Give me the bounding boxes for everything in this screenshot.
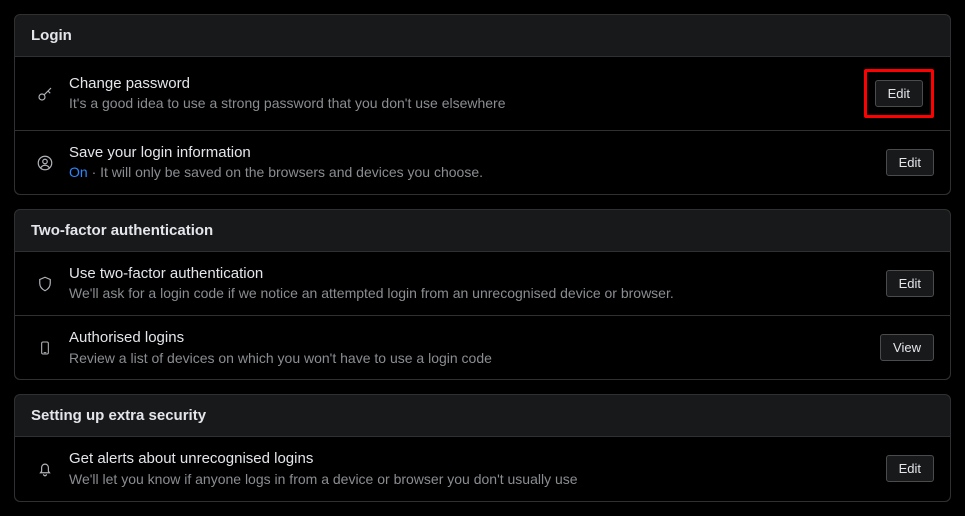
- row-title: Save your login information: [69, 143, 874, 163]
- row-subtext: It's a good idea to use a strong passwor…: [69, 95, 506, 111]
- settings-row[interactable]: Change passwordIt's a good idea to use a…: [15, 56, 950, 130]
- settings-row[interactable]: Save your login informationOn · It will …: [15, 130, 950, 194]
- settings-row[interactable]: Get alerts about unrecognised logins We'l…: [15, 436, 950, 500]
- row-title: Get alerts about unrecognised logins: [69, 449, 874, 469]
- row-title: Authorised logins: [69, 328, 868, 348]
- row-action-wrap: Edit: [886, 455, 934, 482]
- row-subtext: It will only be saved on the browsers an…: [100, 164, 483, 180]
- user-icon: [36, 154, 54, 172]
- row-separator: ·: [88, 164, 100, 180]
- edit-button[interactable]: Edit: [886, 455, 934, 482]
- row-action-wrap: Edit: [886, 270, 934, 297]
- bell-icon-wrap: [31, 460, 59, 478]
- row-action-wrap: Edit: [886, 149, 934, 176]
- row-subtitle: Review a list of devices on which you wo…: [69, 349, 868, 368]
- user-icon-wrap: [31, 154, 59, 172]
- settings-row[interactable]: Authorised logins Review a list of device…: [15, 315, 950, 379]
- row-body: Authorised logins Review a list of device…: [69, 328, 868, 367]
- phone-icon-wrap: [31, 338, 59, 358]
- row-action-wrap: View: [880, 334, 934, 361]
- settings-section: Login Change passwordIt's a good idea to …: [14, 14, 951, 195]
- key-icon-wrap: [31, 85, 59, 103]
- shield-icon-wrap: [31, 275, 59, 293]
- row-title: Change password: [69, 74, 852, 94]
- view-button[interactable]: View: [880, 334, 934, 361]
- row-subtext: We'll ask for a login code if we notice …: [69, 285, 674, 301]
- row-subtitle: We'll let you know if anyone logs in fro…: [69, 470, 874, 489]
- row-subtitle: It's a good idea to use a strong passwor…: [69, 94, 852, 113]
- row-title: Use two-factor authentication: [69, 264, 874, 284]
- key-icon: [36, 85, 54, 103]
- row-action-wrap: Edit: [864, 69, 934, 118]
- section-header: Setting up extra security: [15, 395, 950, 436]
- row-subtitle: We'll ask for a login code if we notice …: [69, 284, 874, 303]
- edit-button[interactable]: Edit: [886, 270, 934, 297]
- settings-section: Two-factor authentication Use two-factor …: [14, 209, 951, 380]
- section-header: Two-factor authentication: [15, 210, 950, 251]
- shield-icon: [36, 275, 54, 293]
- row-body: Get alerts about unrecognised logins We'l…: [69, 449, 874, 488]
- edit-button[interactable]: Edit: [875, 80, 923, 107]
- row-body: Save your login informationOn · It will …: [69, 143, 874, 182]
- bell-icon: [36, 460, 54, 478]
- section-header: Login: [15, 15, 950, 56]
- edit-button[interactable]: Edit: [886, 149, 934, 176]
- row-subtext: Review a list of devices on which you wo…: [69, 350, 492, 366]
- settings-section: Setting up extra security Get alerts abou…: [14, 394, 951, 501]
- row-subtitle: On · It will only be saved on the browse…: [69, 163, 874, 182]
- row-status: On: [69, 164, 88, 180]
- row-body: Change passwordIt's a good idea to use a…: [69, 74, 852, 113]
- row-subtext: We'll let you know if anyone logs in fro…: [69, 471, 578, 487]
- row-body: Use two-factor authenticationWe'll ask f…: [69, 264, 874, 303]
- settings-row[interactable]: Use two-factor authenticationWe'll ask f…: [15, 251, 950, 315]
- phone-icon: [37, 338, 53, 358]
